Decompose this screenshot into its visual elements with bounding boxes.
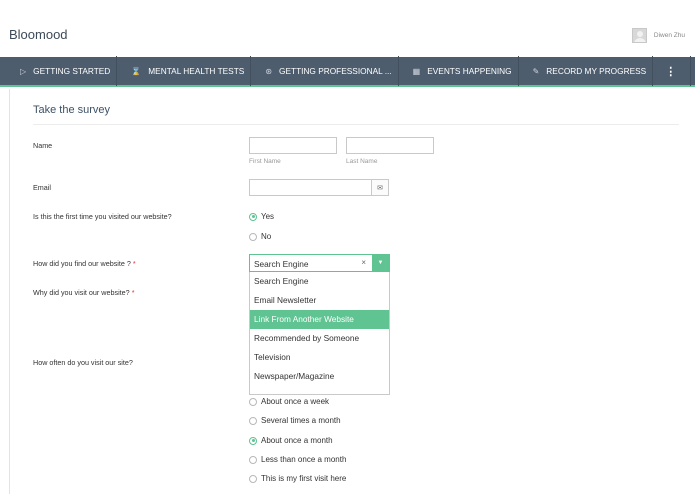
last-name-sublabel: Last Name	[346, 158, 378, 165]
content-left-border	[9, 89, 10, 494]
radio-unchecked-icon[interactable]	[249, 474, 257, 483]
radio-label: Several times a month	[261, 416, 341, 425]
user-name[interactable]: Diwen Zhu	[654, 32, 685, 39]
find-website-select[interactable]: Search Engine × ▼	[249, 254, 390, 272]
nav-item-record-my-progress[interactable]: ✎ RECORD MY PROGRESS	[519, 56, 647, 86]
nav-item-events-happening[interactable]: ▦ EVENTS HAPPENING	[399, 56, 512, 86]
chevron-down-icon[interactable]: ▼	[372, 255, 389, 271]
radio-no[interactable]: No	[249, 232, 271, 241]
brand-logo-text[interactable]: Bloomood	[9, 27, 68, 42]
radio-yes[interactable]: Yes	[249, 212, 274, 221]
first-visit-label: Is this the first time you visited our w…	[33, 212, 172, 221]
find-website-dropdown: Search Engine Email Newsletter Link From…	[249, 272, 390, 395]
radio-unchecked-icon[interactable]	[249, 416, 257, 425]
nav-item-getting-started[interactable]: ▷ GETTING STARTED	[0, 56, 110, 86]
name-label: Name	[33, 141, 53, 150]
dropdown-option[interactable]: Email Newsletter	[250, 291, 389, 310]
more-menu-icon[interactable]: ⋮	[653, 56, 684, 86]
required-mark: *	[132, 259, 136, 268]
select-value: Search Engine	[254, 259, 309, 269]
hourglass-icon: ⌛	[131, 66, 142, 76]
radio-label: This is my first visit here	[261, 474, 347, 483]
radio-label: Less than once a month	[261, 455, 347, 464]
clear-icon[interactable]: ×	[361, 258, 366, 267]
visit-frequency-label: How often do you visit our site?	[33, 358, 133, 367]
support-icon: ⊛	[265, 66, 273, 76]
page-title: Take the survey	[33, 104, 111, 116]
nav-label: GETTING STARTED	[33, 66, 111, 76]
radio-label: About once a week	[261, 397, 330, 406]
nav-label: RECORD MY PROGRESS	[546, 66, 647, 76]
dropdown-option[interactable]: Television	[250, 348, 389, 367]
radio-several-times-month[interactable]: Several times a month	[249, 416, 341, 425]
radio-first-visit[interactable]: This is my first visit here	[249, 474, 346, 483]
last-name-field[interactable]	[346, 137, 434, 154]
nav-divider	[690, 56, 692, 86]
radio-unchecked-icon[interactable]	[249, 232, 257, 241]
nav-item-mental-health-tests[interactable]: ⌛ MENTAL HEALTH TESTS	[117, 56, 244, 86]
dropdown-option[interactable]: Recommended by Someone	[250, 329, 389, 348]
calendar-icon: ▦	[412, 66, 421, 76]
radio-checked-icon[interactable]	[249, 436, 257, 445]
pencil-icon: ✎	[532, 66, 540, 76]
dropdown-option[interactable]: Search Engine	[250, 272, 389, 291]
radio-checked-icon[interactable]	[249, 212, 257, 221]
find-website-label-text: How did you find our website ?	[33, 259, 131, 268]
email-label: Email	[33, 183, 51, 192]
avatar-icon[interactable]	[631, 28, 647, 43]
user-menu[interactable]: Diwen Zhu	[631, 28, 685, 43]
top-header: Bloomood Diwen Zhu	[0, 0, 695, 57]
radio-once-a-month[interactable]: About once a month	[249, 436, 333, 445]
required-mark: *	[131, 288, 135, 297]
why-visit-label-text: Why did you visit our website?	[33, 288, 130, 297]
radio-once-a-week[interactable]: About once a week	[249, 397, 329, 406]
radio-label: Yes	[261, 212, 275, 221]
nav-item-getting-professional[interactable]: ⊛ GETTING PROFESSIONAL ...	[251, 56, 391, 86]
find-website-label: How did you find our website ? *	[33, 259, 136, 268]
dropdown-option-highlighted[interactable]: Link From Another Website	[250, 310, 389, 329]
nav-label: MENTAL HEALTH TESTS	[148, 66, 245, 76]
envelope-icon: ✉	[371, 179, 389, 196]
nav-label: GETTING PROFESSIONAL ...	[279, 66, 392, 76]
radio-label: No	[261, 232, 272, 241]
main-nav: ▷ GETTING STARTED ⌛ MENTAL HEALTH TESTS …	[0, 56, 695, 87]
play-icon: ▷	[20, 66, 27, 76]
first-name-sublabel: First Name	[249, 158, 281, 165]
title-divider	[33, 124, 679, 125]
radio-label: About once a month	[261, 436, 333, 445]
email-field[interactable]	[249, 179, 372, 196]
radio-less-than-once-month[interactable]: Less than once a month	[249, 455, 346, 464]
radio-unchecked-icon[interactable]	[249, 455, 257, 464]
why-visit-label: Why did you visit our website? *	[33, 288, 135, 297]
radio-unchecked-icon[interactable]	[249, 397, 257, 406]
nav-label: EVENTS HAPPENING	[427, 66, 512, 76]
first-name-field[interactable]	[249, 137, 337, 154]
dropdown-option[interactable]: Newspaper/Magazine	[250, 367, 389, 386]
